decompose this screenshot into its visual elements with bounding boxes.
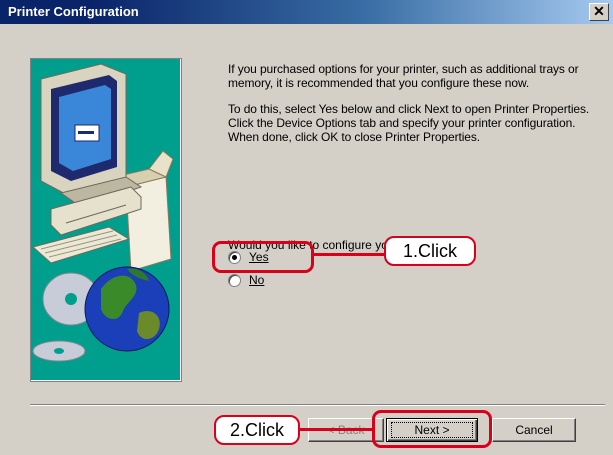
close-icon: ✕ — [593, 3, 605, 19]
button-separator — [30, 404, 605, 406]
step1-connector — [311, 253, 385, 256]
no-radio-label[interactable]: No — [249, 273, 264, 287]
no-radio-option[interactable]: No — [228, 273, 264, 287]
step1-callout: 1.Click — [384, 236, 476, 266]
intro-paragraph: If you purchased options for your printe… — [228, 62, 579, 90]
step2-connector — [298, 428, 372, 431]
wizard-illustration — [30, 58, 182, 382]
step2-highlight — [372, 410, 492, 448]
computer-icon — [31, 63, 143, 264]
cancel-button[interactable]: Cancel — [492, 418, 576, 442]
no-radio-button[interactable] — [228, 273, 241, 287]
instructions-paragraph: To do this, select Yes below and click N… — [228, 102, 590, 144]
window-title: Printer Configuration — [8, 4, 139, 19]
step2-callout: 2.Click — [214, 415, 300, 445]
step1-highlight — [212, 241, 314, 273]
computer-globe-illustration — [31, 63, 174, 362]
close-button[interactable]: ✕ — [589, 3, 609, 21]
globe-icon — [84, 266, 170, 352]
printer-configuration-dialog: Printer Configuration ✕ If you purchased… — [0, 0, 613, 455]
title-bar: Printer Configuration ✕ — [0, 0, 613, 24]
